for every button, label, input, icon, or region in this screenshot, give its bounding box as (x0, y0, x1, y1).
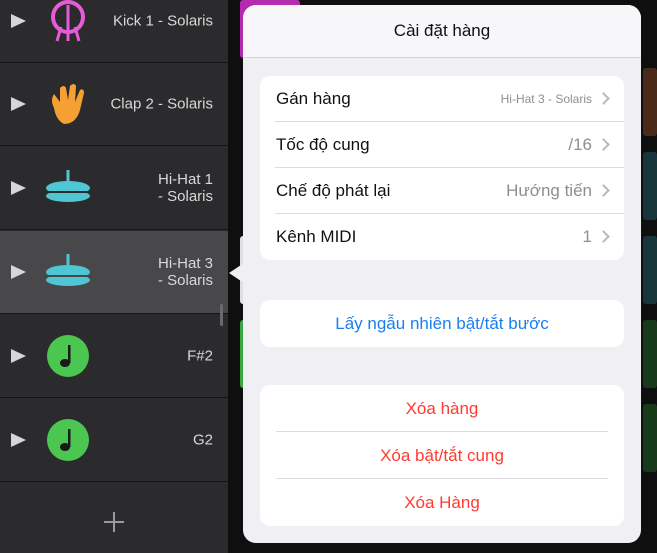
track-row-hihat3[interactable]: Hi-Hat 3- Solaris (0, 231, 228, 314)
setting-label: Chế độ phát lại (276, 181, 391, 200)
track-row-clap[interactable]: Clap 2 - Solaris (0, 63, 228, 146)
chevron-right-icon (597, 184, 610, 197)
playback-mode-setting[interactable]: Chế độ phát lại Hướng tiến (260, 168, 624, 214)
music-note-icon (47, 335, 89, 377)
midi-channel-setting[interactable]: Kênh MIDI 1 (260, 214, 624, 260)
track-row-f2[interactable]: F#2 (0, 315, 228, 398)
track-row-hihat1[interactable]: Hi-Hat 1- Solaris (0, 147, 228, 230)
music-note-icon (47, 419, 89, 461)
track-list: Kick 1 - Solaris Clap 2 - Solaris Hi-Hat… (0, 0, 228, 553)
step-cell[interactable] (643, 320, 657, 388)
track-name: Hi-Hat 3- Solaris (157, 255, 213, 289)
popover-title: Cài đặt hàng (243, 5, 641, 58)
setting-label: Tốc độ cung (276, 135, 370, 154)
step-cell[interactable] (643, 236, 657, 304)
setting-value: /16 (568, 135, 592, 154)
track-name: Hi-Hat 1- Solaris (157, 171, 213, 205)
setting-value: Hướng tiến (506, 181, 592, 200)
step-cell[interactable] (643, 68, 657, 136)
clear-rate-toggles-button[interactable]: Xóa bật/tắt cung (260, 432, 624, 479)
popover-arrow (229, 263, 244, 283)
settings-group: Gán hàng Hi-Hat 3 - Solaris Tốc độ cung … (260, 76, 624, 260)
track-name: Clap 2 - Solaris (110, 95, 213, 113)
clear-row-button[interactable]: Xóa hàng (260, 385, 624, 432)
add-track-button[interactable] (104, 512, 124, 532)
scrollbar[interactable] (220, 304, 223, 326)
chevron-right-icon (597, 92, 610, 105)
setting-label: Gán hàng (276, 89, 351, 108)
delete-row-button[interactable]: Xóa Hàng (260, 479, 624, 526)
chevron-right-icon (597, 138, 610, 151)
row-settings-popover: Cài đặt hàng Gán hàng Hi-Hat 3 - Solaris… (243, 5, 641, 543)
track-name: F#2 (187, 347, 213, 365)
randomize-group: Lấy ngẫu nhiên bật/tắt bước (260, 300, 624, 347)
play-icon[interactable] (11, 181, 26, 195)
drum-kit-icon (51, 0, 85, 42)
play-icon[interactable] (11, 97, 26, 111)
chevron-right-icon (597, 230, 610, 243)
hi-hat-icon (46, 254, 90, 286)
track-name: G2 (192, 431, 213, 449)
hi-hat-icon (46, 170, 90, 202)
setting-label: Kênh MIDI (276, 227, 357, 246)
track-row-kick[interactable]: Kick 1 - Solaris (0, 0, 228, 63)
row-assign-setting[interactable]: Gán hàng Hi-Hat 3 - Solaris (260, 76, 624, 122)
randomize-steps-button[interactable]: Lấy ngẫu nhiên bật/tắt bước (260, 300, 624, 347)
rate-setting[interactable]: Tốc độ cung /16 (260, 122, 624, 168)
step-sequencer-screen: Kick 1 - Solaris Clap 2 - Solaris Hi-Hat… (0, 0, 657, 553)
step-cell[interactable] (643, 404, 657, 472)
step-cell[interactable] (643, 152, 657, 220)
setting-value: 1 (582, 227, 592, 246)
play-icon[interactable] (11, 265, 26, 279)
setting-value: Hi-Hat 3 - Solaris (500, 92, 592, 106)
play-icon[interactable] (11, 433, 26, 447)
play-icon[interactable] (11, 14, 26, 28)
play-icon[interactable] (11, 349, 26, 363)
hand-clap-icon (52, 84, 84, 124)
track-name: Kick 1 - Solaris (112, 12, 213, 30)
clear-group: Xóa hàng Xóa bật/tắt cung Xóa Hàng (260, 385, 624, 526)
track-row-g2[interactable]: G2 (0, 399, 228, 482)
